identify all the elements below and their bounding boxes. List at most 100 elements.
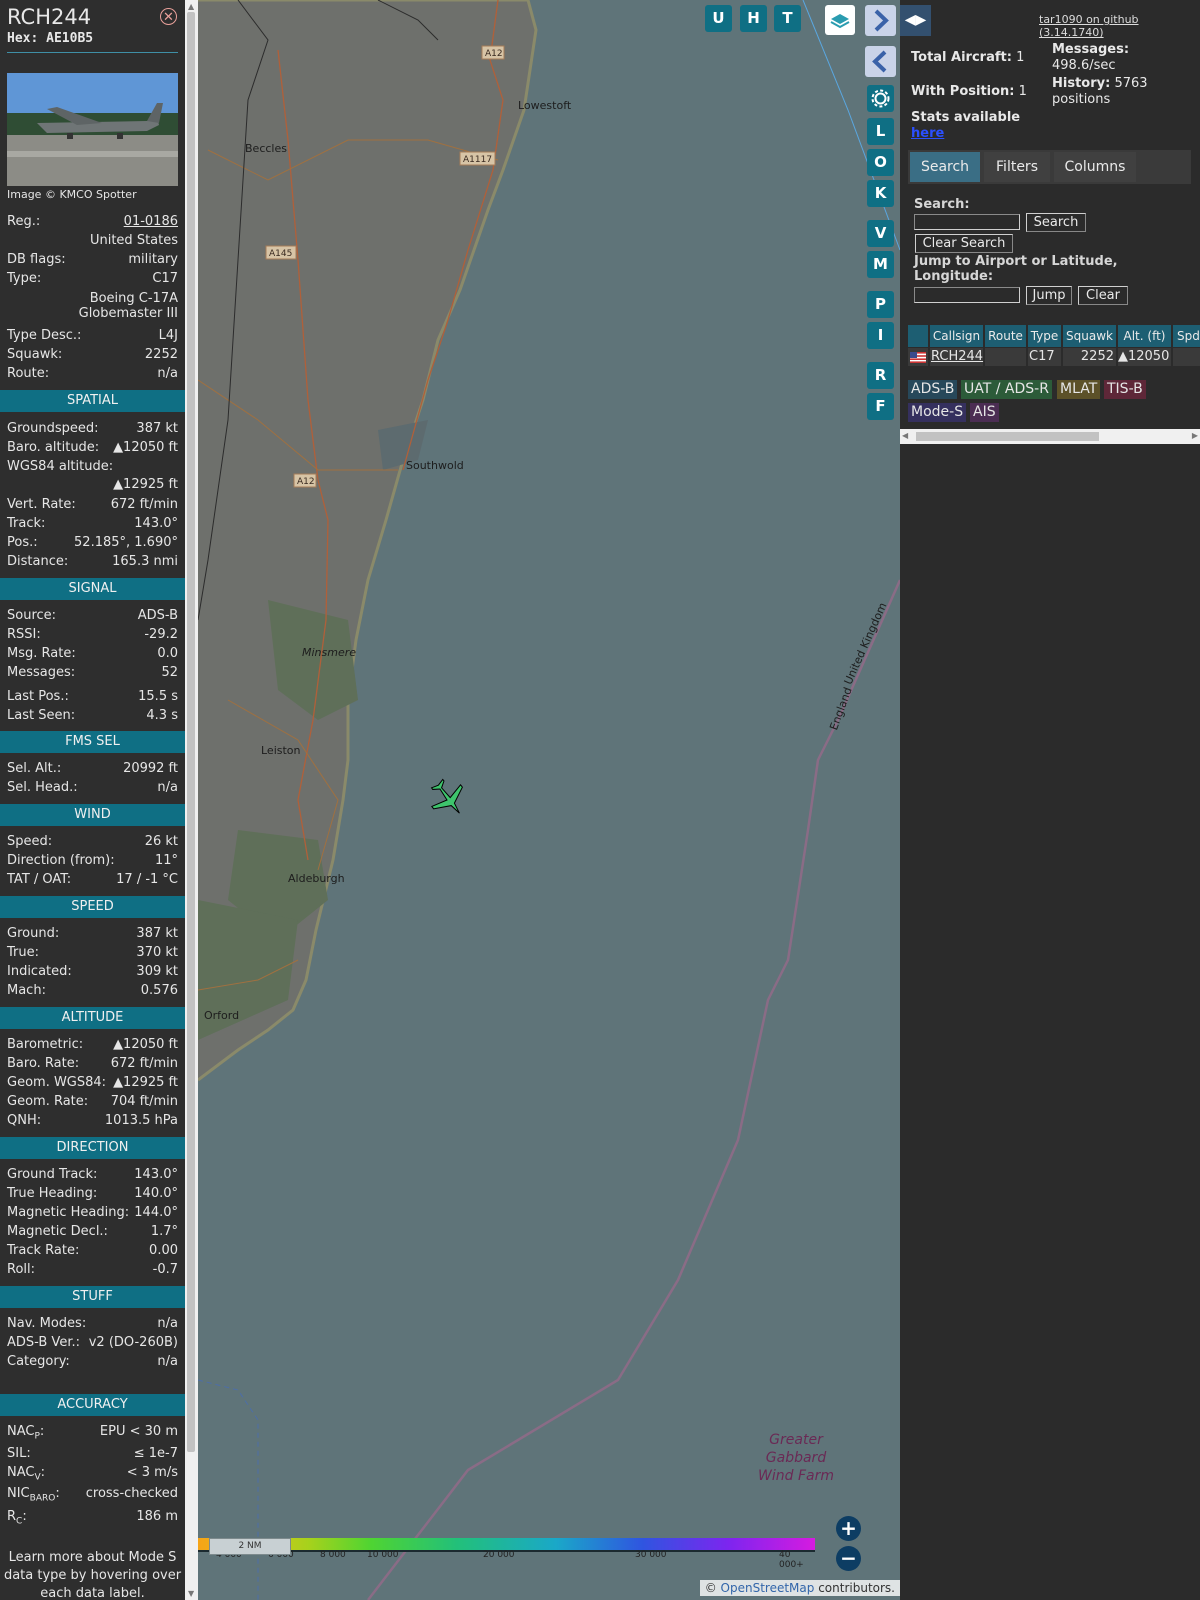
jump-label-2: Longitude: bbox=[914, 269, 994, 284]
stats-notice: Stats available here bbox=[911, 110, 1020, 142]
map-button-t[interactable]: T bbox=[774, 5, 801, 32]
info-row: Barometric: ▲12050 ft bbox=[7, 1035, 178, 1054]
info-label: NICBARO: bbox=[7, 1486, 60, 1504]
info-label: Track Rate: bbox=[7, 1243, 80, 1258]
info-row: Reg.: 01-0186 bbox=[7, 212, 178, 231]
table-horizontal-scrollbar[interactable]: ◀ ▶ bbox=[900, 429, 1200, 444]
github-link[interactable]: tar1090 on github (3.14.1740) bbox=[1039, 13, 1200, 39]
town-label: Southwold bbox=[406, 459, 464, 472]
map-button-h[interactable]: H bbox=[740, 5, 767, 32]
map-button-f[interactable]: F bbox=[867, 393, 894, 420]
column-type[interactable]: Type bbox=[1028, 325, 1061, 347]
tab-search[interactable]: Search bbox=[910, 152, 980, 182]
info-row: NICBARO: cross-checked bbox=[7, 1484, 178, 1504]
zoom-in-button[interactable]: + bbox=[836, 1516, 861, 1541]
close-icon[interactable]: ✕ bbox=[160, 8, 177, 25]
info-value: v2 (DO-260B) bbox=[88, 1335, 178, 1350]
column-route[interactable]: Route bbox=[985, 325, 1026, 347]
layers-button[interactable] bbox=[825, 5, 855, 35]
search-input[interactable] bbox=[914, 214, 1020, 230]
map-button-m[interactable]: M bbox=[867, 251, 894, 278]
scroll-down-icon[interactable]: ▼ bbox=[188, 1589, 194, 1598]
info-row: Baro. Rate: 672 ft/min bbox=[7, 1054, 178, 1073]
selected-callsign: RCH244 bbox=[7, 5, 92, 29]
map-canvas[interactable]: Lowestoft Beccles Southwold Minsmere Lei… bbox=[198, 0, 900, 1600]
info-value: n/a bbox=[157, 1354, 178, 1369]
info-value: 26 kt bbox=[144, 834, 178, 849]
scrollbar-thumb[interactable] bbox=[187, 12, 195, 1452]
info-value: C17 bbox=[152, 271, 178, 286]
map-button-o[interactable]: O bbox=[867, 149, 894, 176]
source-chip-tisb: TIS-B bbox=[1104, 380, 1146, 399]
town-label: Aldeburgh bbox=[288, 872, 345, 885]
scale-bar: 2 NM bbox=[209, 1538, 291, 1555]
scroll-right-icon[interactable]: ▶ bbox=[1192, 431, 1198, 440]
source-chip-mlat: MLAT bbox=[1057, 380, 1101, 399]
map-button-i[interactable]: I bbox=[867, 322, 894, 349]
column-callsign[interactable]: Callsign bbox=[930, 325, 983, 347]
tab-columns[interactable]: Columns bbox=[1054, 152, 1136, 182]
svg-text:A12: A12 bbox=[297, 477, 315, 487]
stat-value: 5763 bbox=[1114, 76, 1148, 91]
tab-filters[interactable]: Filters bbox=[984, 152, 1050, 182]
info-row: True Heading: 140.0° bbox=[7, 1184, 178, 1203]
clear-search-button[interactable]: Clear Search bbox=[915, 234, 1013, 253]
map-button-p[interactable]: P bbox=[867, 291, 894, 318]
info-label: Squawk: bbox=[7, 347, 63, 362]
legend-tick: 10 000 bbox=[367, 1550, 399, 1560]
info-label: Sel. Head.: bbox=[7, 780, 78, 795]
stats-link[interactable]: here bbox=[911, 126, 944, 141]
aircraft-info-panel: RCH244 Hex: AE10B5 ✕ Image © KMCO Spotte… bbox=[0, 0, 185, 1600]
info-row: Groundspeed: 387 kt bbox=[7, 419, 178, 438]
total-aircraft-stat: Total Aircraft: 1 bbox=[911, 50, 1024, 66]
search-button[interactable]: Search bbox=[1026, 213, 1086, 232]
column-speed[interactable]: Spd bbox=[1173, 325, 1200, 347]
clear-jump-button[interactable]: Clear bbox=[1078, 286, 1128, 305]
osm-link[interactable]: OpenStreetMap bbox=[721, 1581, 815, 1595]
zoom-out-button[interactable]: − bbox=[836, 1546, 861, 1571]
wind-farm-label: Wind Farm bbox=[758, 1468, 834, 1484]
column-squawk[interactable]: Squawk bbox=[1063, 325, 1116, 347]
jump-button[interactable]: Jump bbox=[1026, 286, 1072, 305]
column-altitude[interactable]: Alt. (ft) bbox=[1118, 325, 1171, 347]
settings-button[interactable] bbox=[867, 85, 894, 112]
info-value: 1.7° bbox=[150, 1224, 178, 1239]
aircraft-photo[interactable] bbox=[7, 73, 178, 186]
scroll-up-icon[interactable]: ▲ bbox=[188, 2, 194, 11]
collapse-panel-button[interactable] bbox=[865, 46, 896, 77]
source-chip-modes: Mode-S bbox=[908, 403, 967, 422]
info-label: Magnetic Heading: bbox=[7, 1205, 130, 1220]
info-row: True: 370 kt bbox=[7, 943, 178, 962]
map-button-r[interactable]: R bbox=[867, 362, 894, 389]
info-label: Roll: bbox=[7, 1262, 36, 1277]
photo-credit: Image © KMCO Spotter bbox=[7, 188, 137, 201]
scroll-left-icon[interactable]: ◀ bbox=[902, 431, 908, 440]
info-label: True Heading: bbox=[7, 1186, 98, 1201]
info-value: 672 ft/min bbox=[110, 1056, 178, 1071]
map-button-v[interactable]: V bbox=[867, 220, 894, 247]
info-row: TAT / OAT: 17 / -1 °C bbox=[7, 870, 178, 889]
info-row: RSSI: -29.2 bbox=[7, 625, 178, 644]
info-label: NACP: bbox=[7, 1424, 45, 1442]
map-button-l[interactable]: L bbox=[867, 118, 894, 145]
registration-link[interactable]: 01-0186 bbox=[124, 212, 178, 231]
aircraft-icon[interactable] bbox=[426, 776, 470, 820]
info-value: 387 kt bbox=[136, 421, 178, 436]
info-row: Roll: -0.7 bbox=[7, 1260, 178, 1279]
expand-panel-button[interactable] bbox=[865, 5, 896, 36]
info-label: SIL: bbox=[7, 1446, 31, 1461]
map-button-u[interactable]: U bbox=[705, 5, 732, 32]
map-button-k[interactable]: K bbox=[867, 180, 894, 207]
source-chip-adsb: ADS-B bbox=[908, 380, 958, 399]
info-row: NACV: < 3 m/s bbox=[7, 1463, 178, 1483]
info-label: Geom. Rate: bbox=[7, 1094, 89, 1109]
scrollbar-thumb[interactable] bbox=[916, 432, 1099, 441]
info-row: Mach: 0.576 bbox=[7, 981, 178, 1000]
row-callsign[interactable]: RCH244 bbox=[930, 348, 983, 366]
info-label: Reg.: bbox=[7, 214, 41, 229]
toggle-sidebar-button[interactable]: ◀▶ bbox=[900, 5, 931, 36]
info-label: QNH: bbox=[7, 1113, 42, 1128]
jump-input[interactable] bbox=[914, 287, 1020, 303]
legend-tick: 20 000 bbox=[483, 1550, 515, 1560]
sidebar-scrollbar[interactable]: ▲ ▼ bbox=[185, 0, 198, 1600]
